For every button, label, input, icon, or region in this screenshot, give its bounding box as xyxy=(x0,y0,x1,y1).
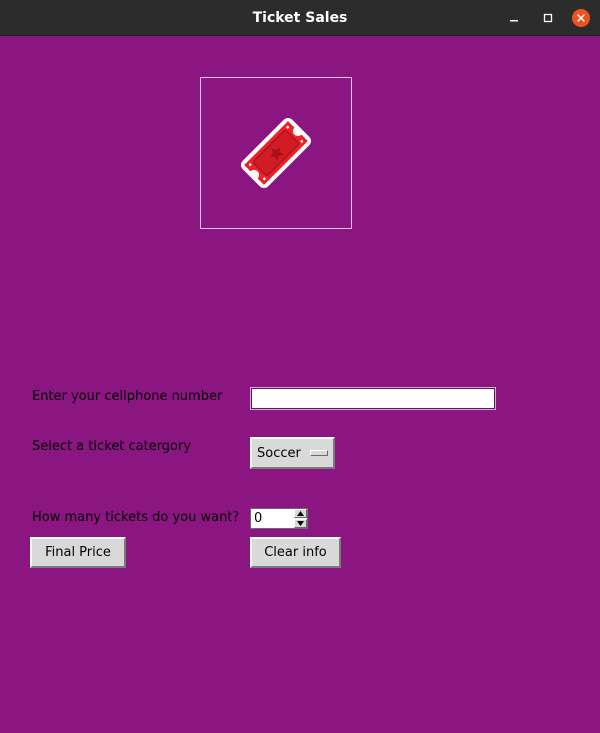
ticket-icon xyxy=(241,118,311,188)
final-price-button[interactable]: Final Price xyxy=(30,537,126,568)
category-selected-value: Soccer xyxy=(257,445,301,461)
ticket-image-frame xyxy=(200,77,352,229)
quantity-label: How many tickets do you want? xyxy=(32,510,240,525)
decrement-button[interactable] xyxy=(294,519,307,528)
minimize-button[interactable] xyxy=(505,9,523,27)
close-button[interactable] xyxy=(572,9,590,27)
close-icon xyxy=(577,14,585,22)
arrow-up-icon xyxy=(297,511,304,516)
dropdown-indicator-icon xyxy=(310,450,328,456)
phone-input[interactable] xyxy=(250,387,496,410)
clear-info-button[interactable]: Clear info xyxy=(250,537,341,568)
phone-label: Enter your cellphone number xyxy=(32,389,223,404)
maximize-button[interactable] xyxy=(539,9,557,27)
category-dropdown[interactable]: Soccer xyxy=(250,437,335,469)
maximize-icon xyxy=(543,13,553,23)
ticket-sales-window: Ticket Sales Enter your cellphone number… xyxy=(0,0,600,733)
quantity-spinbox[interactable]: 0 xyxy=(250,508,308,529)
arrow-down-icon xyxy=(297,521,304,526)
category-label: Select a ticket catergory xyxy=(32,439,192,454)
increment-button[interactable] xyxy=(294,509,307,518)
spin-buttons xyxy=(294,509,307,528)
minimize-icon xyxy=(510,20,518,22)
title-bar: Ticket Sales xyxy=(0,0,600,36)
quantity-value[interactable]: 0 xyxy=(254,511,262,526)
